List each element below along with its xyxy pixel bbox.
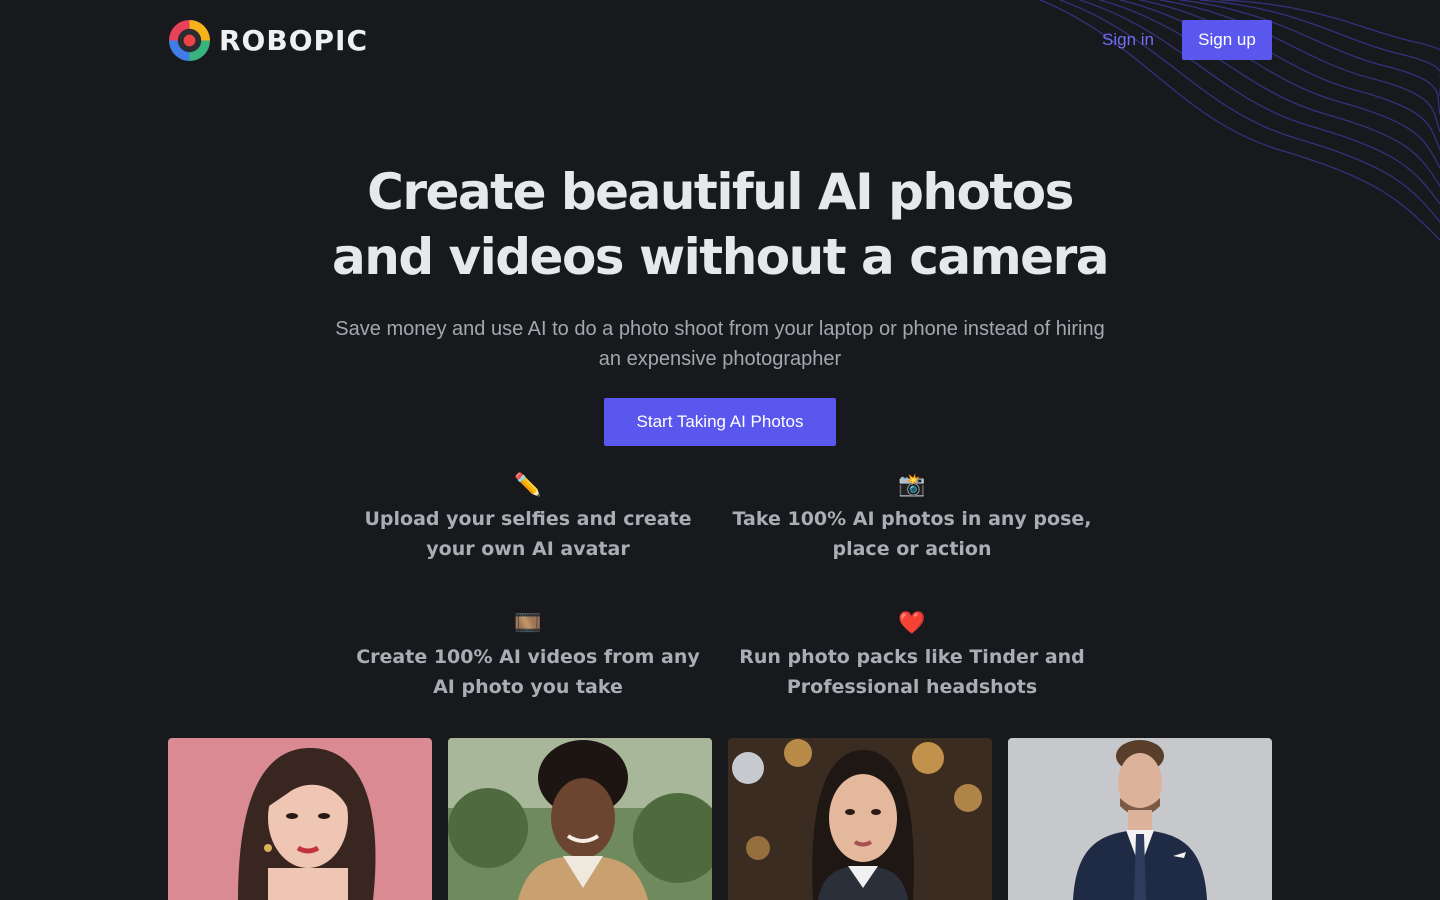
sample-photo[interactable] xyxy=(448,738,712,900)
sample-photo[interactable] xyxy=(168,738,432,900)
nav-actions: Sign in Sign up xyxy=(1102,20,1272,60)
top-navbar: ROBOPIC Sign in Sign up xyxy=(168,19,1272,62)
heart-icon: ❤️ xyxy=(898,610,926,635)
brand-name: ROBOPIC xyxy=(219,23,368,57)
sample-photo[interactable] xyxy=(1008,738,1272,900)
feature-text: Run photo packs like Tinder and Professi… xyxy=(739,646,1085,698)
sample-photo[interactable] xyxy=(728,738,992,900)
feature-text: Take 100% AI photos in any pose, place o… xyxy=(732,508,1092,560)
feature-item: 📸 Take 100% AI photos in any pose, place… xyxy=(732,472,1092,564)
hero-section: Create beautiful AI photos and videos wi… xyxy=(0,160,1440,374)
start-taking-photos-button[interactable]: Start Taking AI Photos xyxy=(604,398,836,446)
pencil-icon: ✏️ xyxy=(514,472,542,497)
sign-up-button[interactable]: Sign up xyxy=(1182,20,1272,60)
feature-item: 🎞️ Create 100% AI videos from any AI pho… xyxy=(348,610,708,702)
sign-in-link[interactable]: Sign in xyxy=(1102,30,1154,50)
film-frames-icon: 🎞️ xyxy=(514,610,542,635)
robopic-logo-icon xyxy=(168,19,211,61)
camera-flash-icon: 📸 xyxy=(898,472,926,497)
brand[interactable]: ROBOPIC xyxy=(168,19,368,62)
feature-text: Create 100% AI videos from any AI photo … xyxy=(356,646,700,698)
feature-item: ❤️ Run photo packs like Tinder and Profe… xyxy=(732,610,1092,702)
feature-item: ✏️ Upload your selfies and create your o… xyxy=(348,472,708,564)
feature-text: Upload your selfies and create your own … xyxy=(364,508,692,560)
sample-photo-gallery xyxy=(168,738,1272,900)
hero-title: Create beautiful AI photos and videos wi… xyxy=(331,163,1110,286)
hero-subtitle: Save money and use AI to do a photo shoo… xyxy=(335,318,1105,370)
